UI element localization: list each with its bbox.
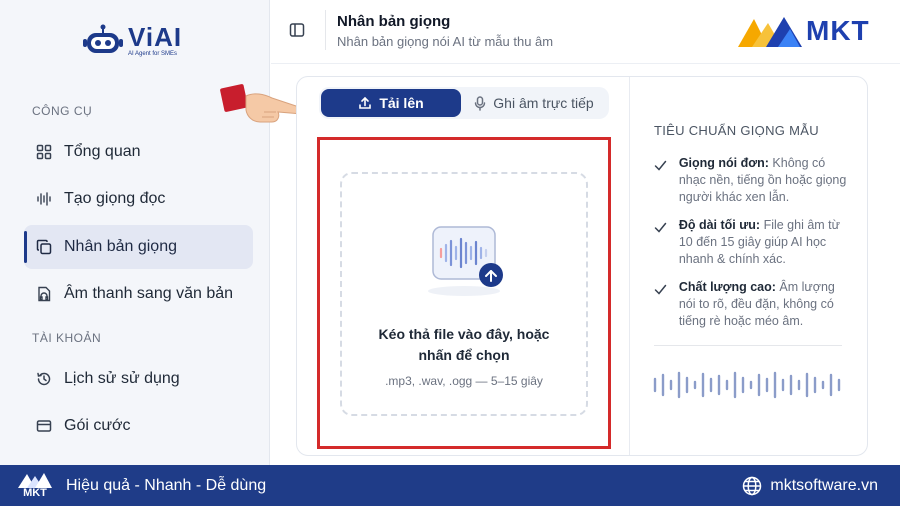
tab-upload-label: Tải lên (379, 95, 424, 111)
check-icon (654, 279, 670, 330)
footer-bar: MKT Hiệu quả - Nhanh - Dễ dùng mktsoftwa… (0, 465, 900, 506)
sidebar: ViAI AI Agent for SMEs CÔNG CỤ Tổng quan… (0, 0, 270, 465)
sidebar-item-label: Tạo giọng đọc (64, 190, 166, 207)
sidebar-item-overview[interactable]: Tổng quan (24, 130, 253, 174)
sidebar-item-label: Âm thanh sang văn bản (64, 285, 234, 302)
upload-icon (359, 96, 372, 109)
vial-logo[interactable]: ViAI AI Agent for SMEs (82, 20, 202, 60)
check-icon (654, 217, 670, 268)
section-label-tools: CÔNG CỤ (32, 104, 93, 118)
mkt-logo: MKT (738, 12, 880, 50)
header-divider (325, 10, 326, 50)
sidebar-item-label: Lịch sử sử dụng (64, 370, 180, 387)
sidebar-toggle-icon[interactable] (289, 22, 305, 38)
sidebar-item-label: Gói cước (64, 417, 131, 434)
sidebar-item-speech-to-text[interactable]: Âm thanh sang văn bản (24, 272, 253, 316)
dropzone-title: Kéo thả file vào đây, hoặc nhấn để chọn (378, 326, 550, 363)
copy-icon (36, 239, 52, 255)
mkt-logo-text: MKT (806, 15, 870, 46)
brand-name: ViAI (128, 21, 183, 52)
card-divider (629, 77, 630, 455)
page-header: Nhân bản giọng Nhân bản giọng nói AI từ … (271, 0, 900, 64)
footer-website-text: mktsoftware.vn (770, 477, 878, 494)
page-subtitle: Nhân bản giọng nói AI từ mẫu thu âm (337, 34, 554, 49)
brand-tagline: AI Agent for SMEs (128, 50, 178, 57)
rule-head: Độ dài tối ưu: (678, 218, 761, 232)
sidebar-item-label: Tổng quan (64, 143, 141, 160)
sidebar-item-voice-clone[interactable]: Nhân bản giọng (24, 225, 253, 269)
audio-upload-icon (419, 219, 509, 299)
card-icon (36, 418, 52, 434)
rule-head: Chất lượng cao: (678, 280, 776, 294)
footer-website-link[interactable]: mktsoftware.vn (742, 476, 878, 496)
sidebar-item-plans[interactable]: Gói cước (24, 404, 253, 448)
check-icon (654, 155, 670, 206)
rule-head: Giọng nói đơn: (678, 156, 769, 170)
tab-upload[interactable]: Tải lên (321, 89, 461, 117)
tab-record-label: Ghi âm trực tiếp (493, 95, 594, 111)
robot-icon (82, 23, 124, 57)
microphone-icon (475, 95, 486, 111)
history-icon (36, 371, 52, 387)
source-tabs: Tải lên Ghi âm trực tiếp (319, 87, 609, 119)
standard-rule: Giọng nói đơn: Không có nhạc nền, tiếng … (654, 155, 849, 206)
sidebar-item-usage-history[interactable]: Lịch sử sử dụng (24, 357, 253, 401)
mkt-mountain-icon (738, 17, 802, 47)
dropzone-hint: .mp3, .wav, .ogg — 5–15 giây (385, 374, 543, 388)
footer-slogan: Hiệu quả - Nhanh - Dễ dùng (66, 476, 267, 494)
section-label-account: TÀI KHOẢN (32, 331, 102, 345)
sidebar-item-text-to-speech[interactable]: Tạo giọng đọc (24, 177, 253, 221)
voice-clone-card: Tải lên Ghi âm trực tiếp Kéo thả file và… (296, 76, 868, 456)
globe-icon (743, 476, 762, 496)
standards-title: TIÊU CHUẨN GIỌNG MẪU (654, 123, 819, 138)
standard-rule: Chất lượng cao: Âm lượng nói to rõ, đều … (654, 279, 849, 330)
standard-rule: Độ dài tối ưu: File ghi âm từ 10 đến 15 … (654, 217, 849, 268)
decorative-waveform-icon (653, 371, 841, 399)
footer-mkt-logo: MKT (16, 471, 54, 501)
sidebar-item-label: Nhân bản giọng (64, 238, 177, 255)
grid-icon (36, 144, 52, 160)
tab-record[interactable]: Ghi âm trực tiếp (461, 89, 607, 117)
standards-divider (654, 345, 842, 346)
footer-logo-text: MKT (23, 486, 47, 499)
highlight-frame: Kéo thả file vào đây, hoặc nhấn để chọn … (317, 137, 611, 449)
file-dropzone[interactable]: Kéo thả file vào đây, hoặc nhấn để chọn … (340, 172, 588, 416)
page-title: Nhân bản giọng (337, 13, 451, 30)
audio-file-icon (36, 286, 52, 302)
waveform-icon (36, 191, 52, 207)
